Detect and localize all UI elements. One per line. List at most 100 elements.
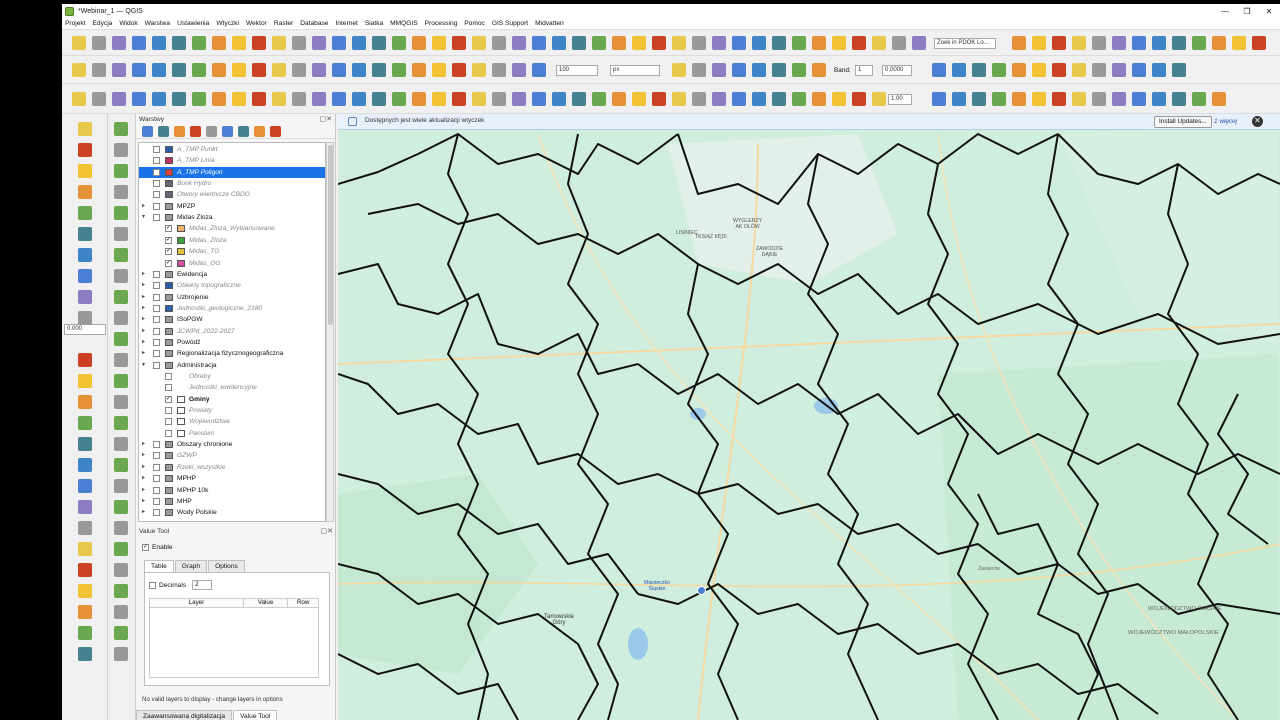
expand-down-icon[interactable]: ▾ <box>142 212 145 223</box>
left-tool-icon[interactable] <box>78 584 92 598</box>
layer-visibility-checkbox[interactable] <box>153 180 160 188</box>
layer-visibility-checkbox[interactable] <box>153 293 160 301</box>
left-tool-icon[interactable] <box>78 542 92 556</box>
layer-visibility-checkbox[interactable] <box>165 384 172 392</box>
layer-visibility-checkbox[interactable]: ✓ <box>165 248 172 256</box>
layers-tool-icon[interactable] <box>158 126 169 137</box>
toolbar-tool-icon[interactable] <box>1192 92 1206 106</box>
expand-right-icon[interactable]: ▸ <box>142 473 145 484</box>
toolbar-tool-icon[interactable] <box>992 92 1006 106</box>
toolbar-tool-icon[interactable] <box>1192 36 1206 50</box>
toolbar-tool-icon[interactable] <box>112 92 126 106</box>
toolbar-tool-icon[interactable] <box>1052 92 1066 106</box>
close-button[interactable]: ✕ <box>1258 4 1280 18</box>
toolbar-tool-icon[interactable] <box>1092 36 1106 50</box>
toolbar-tool-icon[interactable] <box>72 92 86 106</box>
toolbar-tool-icon[interactable] <box>512 92 526 106</box>
expand-right-icon[interactable]: ▸ <box>142 201 145 212</box>
toolbar-tool-icon[interactable] <box>232 36 246 50</box>
tab-graph[interactable]: Graph <box>174 560 208 572</box>
unit-select[interactable]: px <box>610 65 660 76</box>
layer-tree-row[interactable]: ▸ Jednostki_geologiczne_2180 <box>139 303 325 314</box>
toolbar-tool-icon[interactable] <box>452 63 466 77</box>
toolbar-tool-icon[interactable] <box>512 63 526 77</box>
toolbar-tool-icon[interactable] <box>932 92 946 106</box>
toolbar-tool-icon[interactable] <box>372 63 386 77</box>
close-message-icon[interactable]: ✕ <box>1252 116 1263 127</box>
layer-visibility-checkbox[interactable] <box>153 441 160 449</box>
toolbar-tool-icon[interactable] <box>1052 36 1066 50</box>
expand-right-icon[interactable]: ▸ <box>142 314 145 325</box>
toolbar-tool-icon[interactable] <box>692 92 706 106</box>
layer-tree-row[interactable]: ▸ GZWP <box>139 450 325 461</box>
toolbar-tool-icon[interactable] <box>1172 36 1186 50</box>
pdok-search-input[interactable]: Zoek in PDOK Lo... <box>934 38 996 49</box>
toolbar-tool-icon[interactable] <box>412 92 426 106</box>
menu-wtyczki[interactable]: Wtyczki <box>216 20 239 27</box>
toolbar-tool-icon[interactable] <box>1032 92 1046 106</box>
toolbar-tool-icon[interactable] <box>412 63 426 77</box>
left-tool-icon[interactable] <box>78 164 92 178</box>
layer-tree-row[interactable]: ▸ Rzeki_wszystkie <box>139 462 325 473</box>
expand-right-icon[interactable]: ▸ <box>142 462 145 473</box>
toolbar-tool-icon[interactable] <box>92 92 106 106</box>
toolbar-tool-icon[interactable] <box>252 36 266 50</box>
toolbar-tool-icon[interactable] <box>1212 92 1226 106</box>
col-value[interactable]: Value <box>244 599 289 607</box>
layer-tree-row[interactable]: ▸ MPZP <box>139 201 325 212</box>
toolbar-tool-icon[interactable] <box>1112 92 1126 106</box>
menu-raster[interactable]: Raster <box>274 20 293 27</box>
expand-right-icon[interactable]: ▸ <box>142 303 145 314</box>
toolbar-tool-icon[interactable] <box>712 36 726 50</box>
toolbar-tool-icon[interactable] <box>1012 63 1026 77</box>
layer-visibility-checkbox[interactable] <box>153 316 160 324</box>
left-tool-icon[interactable] <box>78 185 92 199</box>
left-tool-icon[interactable] <box>114 542 128 556</box>
left-tool-icon[interactable] <box>78 416 92 430</box>
layer-tree-row[interactable]: ✓ Midas_Zloza_Wyblansowane <box>139 223 325 234</box>
toolbar-tool-icon[interactable] <box>532 92 546 106</box>
toolbar-tool-icon[interactable] <box>632 36 646 50</box>
left-tool-icon[interactable] <box>114 626 128 640</box>
left-tool-icon[interactable] <box>114 122 128 136</box>
toolbar-tool-icon[interactable] <box>92 36 106 50</box>
toolbar-tool-icon[interactable] <box>752 92 766 106</box>
toolbar-tool-icon[interactable] <box>972 63 986 77</box>
layer-visibility-checkbox[interactable] <box>153 350 160 358</box>
toolbar-tool-icon[interactable] <box>1072 63 1086 77</box>
toolbar-tool-icon[interactable] <box>952 63 966 77</box>
expand-right-icon[interactable]: ▸ <box>142 326 145 337</box>
toolbar-tool-icon[interactable] <box>212 36 226 50</box>
toolbar-tool-icon[interactable] <box>132 63 146 77</box>
layers-tool-icon[interactable] <box>254 126 265 137</box>
layer-visibility-checkbox[interactable] <box>165 373 172 380</box>
toolbar-tool-icon[interactable] <box>312 92 326 106</box>
expand-right-icon[interactable]: ▸ <box>142 348 145 359</box>
toolbar-tool-icon[interactable] <box>912 36 926 50</box>
map-canvas[interactable]: Dostępnych jest wiele aktualizacji wtycz… <box>338 114 1280 720</box>
toolbar-tool-icon[interactable] <box>752 63 766 77</box>
menu-database[interactable]: Database <box>300 20 328 27</box>
menu-projekt[interactable]: Projekt <box>65 20 86 27</box>
toolbar-tool-icon[interactable] <box>1152 92 1166 106</box>
toolbar-tool-icon[interactable] <box>892 36 906 50</box>
tab-value-tool[interactable]: Value Tool <box>233 710 278 720</box>
left-tool-icon[interactable] <box>78 143 92 157</box>
decimals-checkbox[interactable] <box>149 581 156 589</box>
layer-visibility-checkbox[interactable] <box>165 407 172 415</box>
menu-siatka[interactable]: Siatka <box>365 20 383 27</box>
left-tool-icon[interactable] <box>78 521 92 535</box>
toolbar-tool-icon[interactable] <box>1212 36 1226 50</box>
layer-tree-row[interactable]: A_TMP Poligon <box>139 166 325 178</box>
toolbar-tool-icon[interactable] <box>1012 92 1026 106</box>
layer-tree-row[interactable]: ▸ Regionalizacja fizycznogeograficzna <box>139 348 325 359</box>
layer-visibility-checkbox[interactable] <box>153 282 160 290</box>
layer-tree-row[interactable]: ✓ Gminy <box>139 394 325 405</box>
toolbar-tool-icon[interactable] <box>492 92 506 106</box>
toolbar-tool-icon[interactable] <box>772 63 786 77</box>
left-tool-icon[interactable] <box>78 395 92 409</box>
col-row[interactable]: Row <box>288 599 318 607</box>
toolbar-tool-icon[interactable] <box>572 92 586 106</box>
layer-visibility-checkbox[interactable] <box>153 463 160 471</box>
toolbar-tool-icon[interactable] <box>372 92 386 106</box>
